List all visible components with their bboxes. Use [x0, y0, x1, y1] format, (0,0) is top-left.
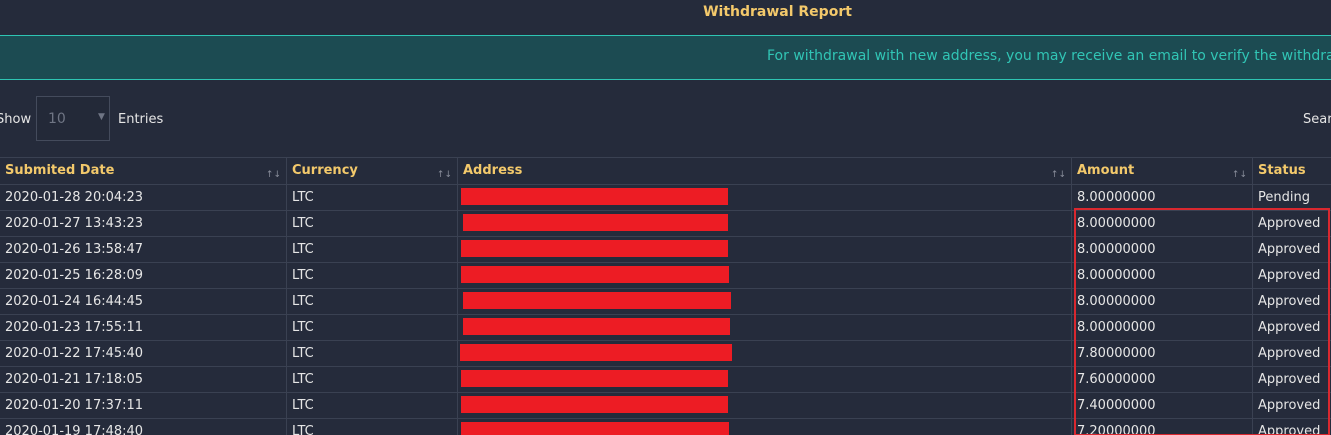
table-row: 2020-01-22 17:45:40 LTC 7.80000000 Appro…: [0, 341, 1331, 367]
notice-banner: For withdrawal with new address, you may…: [0, 35, 1331, 80]
table-row: 2020-01-27 13:43:23 LTC 8.00000000 Appro…: [0, 211, 1331, 237]
cell-amount: 8.00000000: [1072, 185, 1253, 210]
cell-amount: 7.60000000: [1072, 367, 1253, 392]
cell-amount: 8.00000000: [1072, 315, 1253, 340]
cell-address: [458, 211, 1072, 236]
table-row: 2020-01-20 17:37:11 LTC 7.40000000 Appro…: [0, 393, 1331, 419]
cell-date: 2020-01-22 17:45:40: [0, 341, 287, 366]
cell-status: Approved: [1258, 320, 1321, 335]
cell-status: Pending: [1258, 190, 1310, 205]
table-row: 2020-01-19 17:48:40 LTC 7.20000000 Appro…: [0, 419, 1331, 435]
address-redaction: [463, 292, 731, 309]
column-header-currency[interactable]: Currency ↑↓: [287, 158, 458, 184]
table-row: 2020-01-21 17:18:05 LTC 7.60000000 Appro…: [0, 367, 1331, 393]
cell-currency: LTC: [287, 211, 458, 236]
address-redaction: [463, 214, 728, 231]
column-header-label: Currency: [292, 163, 358, 178]
entries-label: Entries: [118, 112, 164, 127]
address-redaction: [461, 422, 729, 435]
cell-status: Approved: [1258, 216, 1321, 231]
cell-amount: 7.20000000: [1072, 419, 1253, 435]
cell-date: 2020-01-20 17:37:11: [0, 393, 287, 418]
cell-date: 2020-01-28 20:04:23: [0, 185, 287, 210]
cell-date: 2020-01-27 13:43:23: [0, 211, 287, 236]
cell-address: [458, 393, 1072, 418]
cell-date: 2020-01-24 16:44:45: [0, 289, 287, 314]
cell-date: 2020-01-26 13:58:47: [0, 237, 287, 262]
cell-status: Approved: [1258, 268, 1321, 283]
cell-address: [458, 289, 1072, 314]
entries-select[interactable]: 10 ▼: [36, 96, 110, 141]
cell-date: 2020-01-19 17:48:40: [0, 419, 287, 435]
column-header-label: Address: [463, 163, 523, 178]
cell-address: [458, 263, 1072, 288]
column-header-status[interactable]: Status: [1253, 158, 1331, 184]
cell-currency: LTC: [287, 341, 458, 366]
notice-text: For withdrawal with new address, you may…: [767, 48, 1331, 64]
page-title: Withdrawal Report: [703, 4, 852, 20]
cell-status: Approved: [1258, 346, 1321, 361]
column-header-address[interactable]: Address ↑↓: [458, 158, 1072, 184]
cell-currency: LTC: [287, 185, 458, 210]
column-header-label: Amount: [1077, 163, 1135, 178]
column-header-amount[interactable]: Amount ↑↓: [1072, 158, 1253, 184]
show-label: Show: [0, 112, 32, 127]
entries-select-value: 10: [48, 111, 66, 127]
cell-amount: 8.00000000: [1072, 289, 1253, 314]
cell-amount: 7.80000000: [1072, 341, 1253, 366]
cell-address: [458, 419, 1072, 435]
cell-date: 2020-01-25 16:28:09: [0, 263, 287, 288]
column-header-date[interactable]: Submited Date ↑↓: [0, 158, 287, 184]
table-row: 2020-01-23 17:55:11 LTC 8.00000000 Appro…: [0, 315, 1331, 341]
cell-amount: 8.00000000: [1072, 237, 1253, 262]
cell-currency: LTC: [287, 315, 458, 340]
cell-currency: LTC: [287, 367, 458, 392]
sort-arrows-icon[interactable]: ↑↓: [1232, 163, 1247, 184]
address-redaction: [461, 370, 728, 387]
sort-arrows-icon[interactable]: ↑↓: [437, 163, 452, 184]
cell-amount: 8.00000000: [1072, 263, 1253, 288]
cell-currency: LTC: [287, 289, 458, 314]
cell-status: Approved: [1258, 294, 1321, 309]
table-row: 2020-01-24 16:44:45 LTC 8.00000000 Appro…: [0, 289, 1331, 315]
withdrawal-table: Submited Date ↑↓ Currency ↑↓ Address ↑↓ …: [0, 157, 1331, 435]
cell-amount: 8.00000000: [1072, 211, 1253, 236]
table-row: 2020-01-28 20:04:23 LTC 8.00000000 Pendi…: [0, 185, 1331, 211]
cell-address: [458, 185, 1072, 210]
cell-status: Approved: [1258, 424, 1321, 435]
cell-currency: LTC: [287, 237, 458, 262]
address-redaction: [461, 188, 728, 205]
address-redaction: [460, 344, 732, 361]
table-header-row: Submited Date ↑↓ Currency ↑↓ Address ↑↓ …: [0, 157, 1331, 185]
cell-amount: 7.40000000: [1072, 393, 1253, 418]
column-header-label: Submited Date: [5, 163, 115, 178]
table-row: 2020-01-25 16:28:09 LTC 8.00000000 Appro…: [0, 263, 1331, 289]
sort-arrows-icon[interactable]: ↑↓: [266, 163, 281, 184]
chevron-down-icon: ▼: [98, 112, 105, 122]
address-redaction: [461, 266, 729, 283]
cell-status: Approved: [1258, 398, 1321, 413]
cell-status: Approved: [1258, 372, 1321, 387]
cell-address: [458, 341, 1072, 366]
cell-currency: LTC: [287, 419, 458, 435]
address-redaction: [463, 318, 730, 335]
cell-status: Approved: [1258, 242, 1321, 257]
cell-date: 2020-01-23 17:55:11: [0, 315, 287, 340]
sort-arrows-icon[interactable]: ↑↓: [1051, 163, 1066, 184]
cell-address: [458, 237, 1072, 262]
address-redaction: [461, 396, 728, 413]
cell-address: [458, 367, 1072, 392]
cell-currency: LTC: [287, 263, 458, 288]
cell-address: [458, 315, 1072, 340]
cell-currency: LTC: [287, 393, 458, 418]
address-redaction: [461, 240, 728, 257]
search-label: Search: [1303, 112, 1331, 127]
cell-date: 2020-01-21 17:18:05: [0, 367, 287, 392]
column-header-label: Status: [1258, 163, 1306, 178]
table-row: 2020-01-26 13:58:47 LTC 8.00000000 Appro…: [0, 237, 1331, 263]
withdrawal-report-page: Withdrawal Report For withdrawal with ne…: [0, 0, 1331, 435]
